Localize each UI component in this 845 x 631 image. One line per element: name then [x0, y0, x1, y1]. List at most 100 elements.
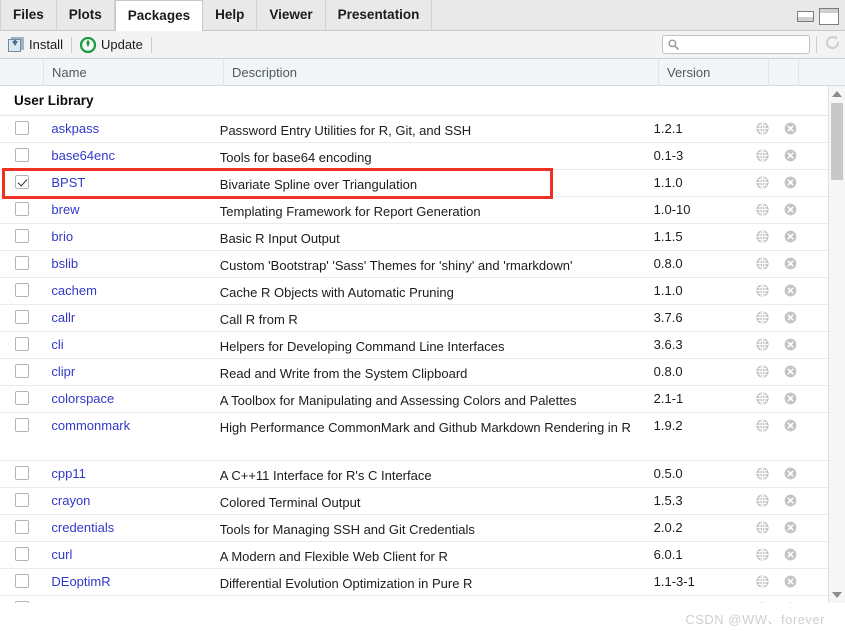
package-checkbox[interactable]: [15, 310, 29, 324]
package-checkbox[interactable]: [15, 466, 29, 480]
remove-circle-icon[interactable]: [783, 413, 828, 435]
package-checkbox[interactable]: [15, 202, 29, 216]
remove-circle-icon[interactable]: [783, 515, 828, 537]
remove-circle-icon[interactable]: [783, 116, 828, 138]
remove-circle-icon[interactable]: [783, 251, 828, 273]
package-checkbox[interactable]: [15, 364, 29, 378]
package-name-link[interactable]: base64enc: [51, 148, 115, 163]
globe-icon[interactable]: [754, 386, 783, 408]
table-row[interactable]: callr Call R from R 3.7.6: [0, 305, 828, 332]
package-name-link[interactable]: askpass: [51, 121, 99, 136]
globe-icon[interactable]: [754, 278, 783, 300]
globe-icon[interactable]: [754, 143, 783, 165]
package-name-link[interactable]: cpp11: [51, 466, 85, 481]
table-row[interactable]: base64enc Tools for base64 encoding 0.1-3: [0, 143, 828, 170]
remove-circle-icon[interactable]: [783, 224, 828, 246]
search-box[interactable]: [662, 35, 810, 54]
package-name-link[interactable]: BPST: [51, 175, 85, 190]
package-checkbox[interactable]: [15, 283, 29, 297]
package-name-link[interactable]: cli: [51, 337, 63, 352]
update-button[interactable]: Update: [72, 32, 151, 58]
table-row[interactable]: curl A Modern and Flexible Web Client for…: [0, 542, 828, 569]
tab-files[interactable]: Files: [0, 0, 57, 30]
scroll-down-arrow-icon[interactable]: [829, 587, 845, 603]
table-row[interactable]: askpass Password Entry Utilities for R, G…: [0, 116, 828, 143]
globe-icon[interactable]: [754, 224, 783, 246]
package-checkbox[interactable]: [15, 256, 29, 270]
tab-help[interactable]: Help: [203, 0, 258, 30]
package-name-link[interactable]: callr: [51, 310, 75, 325]
column-header-version[interactable]: Version: [659, 58, 769, 86]
package-checkbox[interactable]: [15, 547, 29, 561]
remove-circle-icon[interactable]: [783, 461, 828, 483]
remove-circle-icon[interactable]: [783, 488, 828, 510]
table-row[interactable]: desc Manipulate DESCRIPTION Files1.4.3: [0, 596, 828, 603]
remove-circle-icon[interactable]: [783, 569, 828, 591]
table-row[interactable]: crayon Colored Terminal Output 1.5.3: [0, 488, 828, 515]
table-row[interactable]: colorspace A Toolbox for Manipulating and…: [0, 386, 828, 413]
remove-circle-icon[interactable]: [783, 332, 828, 354]
remove-circle-icon[interactable]: [783, 197, 828, 219]
package-name-link[interactable]: curl: [51, 547, 72, 562]
tab-plots[interactable]: Plots: [56, 0, 115, 30]
package-checkbox[interactable]: [15, 229, 29, 243]
remove-circle-icon[interactable]: [783, 359, 828, 381]
scrollbar-thumb[interactable]: [831, 103, 843, 180]
package-name-link[interactable]: brew: [51, 202, 79, 217]
table-row[interactable]: cpp11 A C++11 Interface for R's C Interfa…: [0, 461, 828, 488]
package-name-link[interactable]: DEoptimR: [51, 574, 110, 589]
vertical-scrollbar[interactable]: [828, 86, 845, 603]
package-checkbox[interactable]: [15, 391, 29, 405]
globe-icon[interactable]: [754, 569, 783, 591]
package-checkbox[interactable]: [15, 574, 29, 588]
package-name-link[interactable]: colorspace: [51, 391, 114, 406]
search-input[interactable]: [683, 37, 809, 52]
package-checkbox[interactable]: [15, 121, 29, 135]
package-name-link[interactable]: credentials: [51, 520, 114, 535]
remove-circle-icon[interactable]: [783, 542, 828, 564]
globe-icon[interactable]: [754, 332, 783, 354]
remove-circle-icon[interactable]: [783, 305, 828, 327]
globe-icon[interactable]: [754, 197, 783, 219]
maximize-pane-icon[interactable]: [819, 8, 839, 25]
globe-icon[interactable]: [754, 413, 783, 435]
tab-packages[interactable]: Packages: [114, 0, 204, 31]
globe-icon[interactable]: [754, 359, 783, 381]
globe-icon[interactable]: [754, 305, 783, 327]
remove-circle-icon[interactable]: [783, 143, 828, 165]
refresh-button[interactable]: [824, 34, 841, 56]
globe-icon[interactable]: [754, 170, 783, 192]
package-checkbox[interactable]: [15, 601, 29, 603]
table-row[interactable]: cli Helpers for Developing Command Line I…: [0, 332, 828, 359]
package-checkbox[interactable]: [15, 520, 29, 534]
package-name-link[interactable]: commonmark: [51, 418, 130, 433]
package-name-link[interactable]: bslib: [51, 256, 78, 271]
package-name-link[interactable]: crayon: [51, 493, 90, 508]
globe-icon[interactable]: [754, 251, 783, 273]
table-row[interactable]: BPST Bivariate Spline over Triangulation 1…: [0, 170, 828, 197]
package-checkbox[interactable]: [15, 148, 29, 162]
table-row[interactable]: commonmark High Performance CommonMark an…: [0, 413, 828, 461]
globe-icon[interactable]: [754, 116, 783, 138]
package-name-link[interactable]: brio: [51, 229, 73, 244]
remove-circle-icon[interactable]: [783, 278, 828, 300]
table-row[interactable]: credentials Tools for Managing SSH and Gi…: [0, 515, 828, 542]
minimize-pane-icon[interactable]: [797, 11, 814, 22]
table-row[interactable]: DEoptimR Differential Evolution Optimizat…: [0, 569, 828, 596]
tab-viewer[interactable]: Viewer: [257, 0, 326, 30]
globe-icon[interactable]: [754, 488, 783, 510]
package-name-link[interactable]: clipr: [51, 364, 75, 379]
remove-circle-icon[interactable]: [783, 596, 828, 603]
package-checkbox[interactable]: [15, 175, 29, 189]
column-header-description[interactable]: Description: [224, 58, 659, 86]
package-name-link[interactable]: cachem: [51, 283, 97, 298]
globe-icon[interactable]: [754, 542, 783, 564]
table-row[interactable]: brio Basic R Input Output 1.1.5: [0, 224, 828, 251]
column-header-name[interactable]: Name: [44, 58, 224, 86]
package-checkbox[interactable]: [15, 337, 29, 351]
package-checkbox[interactable]: [15, 418, 29, 432]
package-name-link[interactable]: desc: [51, 601, 78, 603]
remove-circle-icon[interactable]: [783, 170, 828, 192]
install-button[interactable]: Install: [0, 32, 71, 58]
globe-icon[interactable]: [754, 515, 783, 537]
